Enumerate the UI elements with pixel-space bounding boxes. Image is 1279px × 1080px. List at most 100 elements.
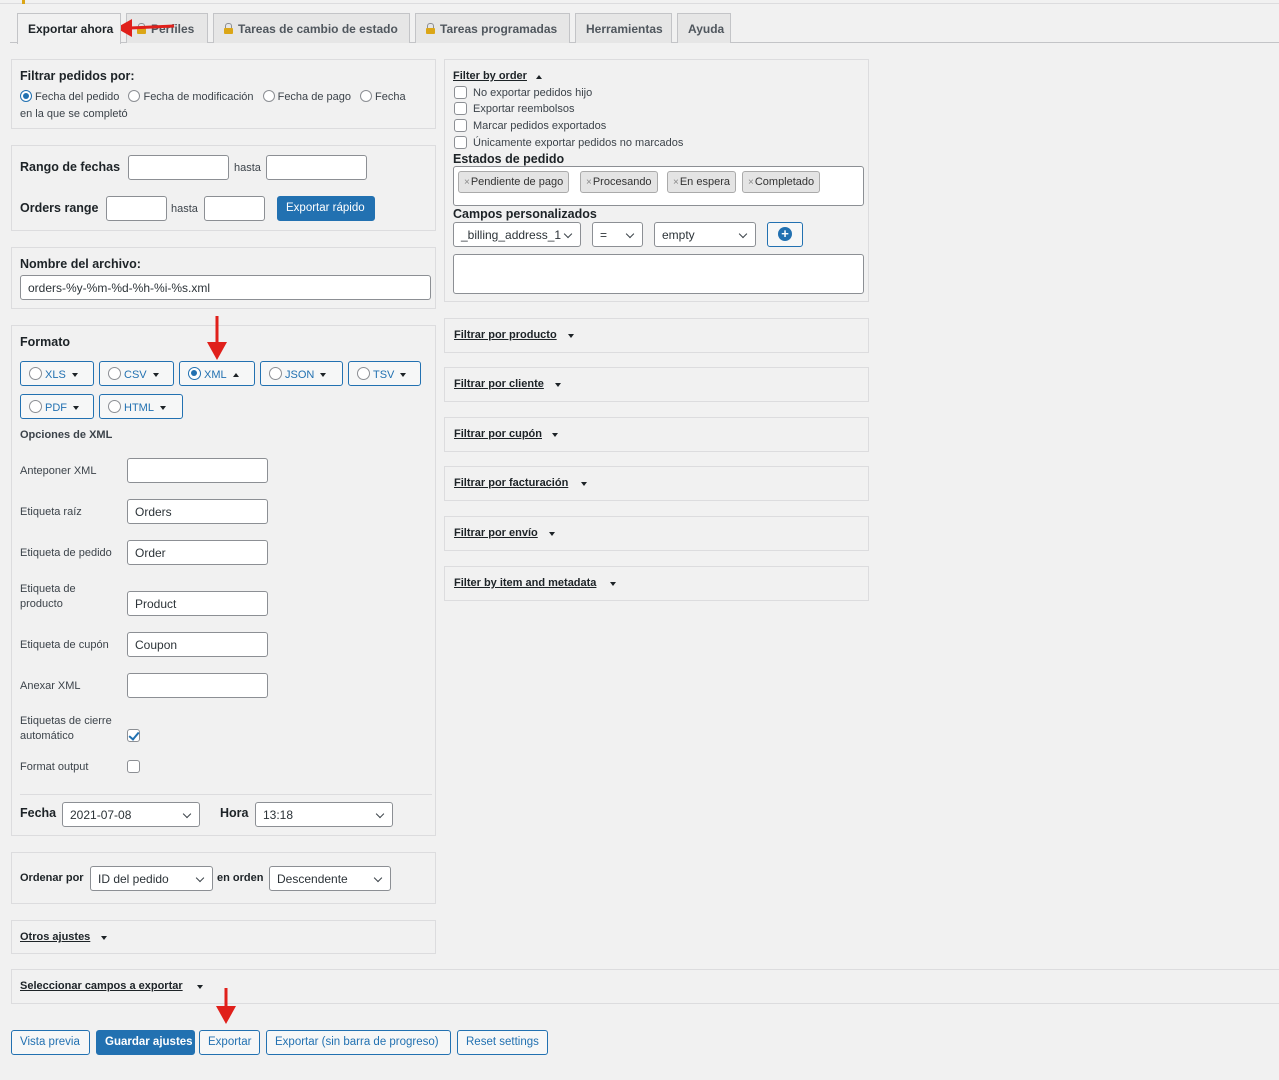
mark-exported-checkbox[interactable]	[454, 119, 467, 132]
coupon-tag-input[interactable]: Coupon	[127, 632, 268, 657]
order-tag-label: Etiqueta de pedido	[20, 547, 112, 559]
no-child-orders-checkbox[interactable]	[454, 86, 467, 99]
status-tag[interactable]: ×Completado	[742, 171, 821, 193]
root-tag-label: Etiqueta raíz	[20, 506, 82, 518]
radio-icon	[128, 90, 141, 102]
caret-down-icon	[555, 383, 561, 387]
radio-label: Fecha	[375, 91, 406, 103]
orders-from-input[interactable]	[106, 196, 167, 221]
save-settings-button[interactable]: Guardar ajustes	[96, 1030, 195, 1055]
caret-down-icon	[159, 406, 166, 410]
custom-fields-list[interactable]	[453, 254, 864, 294]
format-json-button[interactable]: JSON	[260, 361, 343, 386]
sort-order-select[interactable]: Descendente	[269, 866, 391, 891]
radio-label: Fecha de pago	[277, 91, 351, 103]
radio-icon	[108, 367, 121, 380]
operator-select[interactable]: =	[592, 222, 643, 247]
radio-icon	[262, 90, 275, 102]
add-custom-field-button[interactable]: +	[767, 222, 803, 247]
remove-icon[interactable]: ×	[748, 177, 754, 188]
append-xml-label: Anexar XML	[20, 680, 81, 692]
product-tag-input[interactable]: Product	[127, 591, 268, 616]
append-xml-input[interactable]	[127, 673, 268, 698]
status-tag[interactable]: ×En espera	[667, 171, 736, 193]
caret-down-icon	[320, 373, 327, 377]
tab-label: Tareas programadas	[440, 22, 558, 36]
time-select[interactable]: 13:18	[255, 802, 393, 827]
lock-icon	[224, 23, 233, 34]
format-label: CSV	[124, 369, 147, 381]
remove-icon[interactable]: ×	[586, 177, 592, 188]
autoclose-checkbox[interactable]	[127, 729, 140, 742]
caret-down-icon	[101, 936, 107, 940]
arrow-down-annotation-icon	[207, 316, 227, 360]
radio-fecha-pago[interactable]: Fecha de pago	[262, 90, 351, 103]
tab-herramientas[interactable]: Herramientas	[575, 13, 672, 43]
orders-to-input[interactable]	[204, 196, 265, 221]
export-no-progress-button[interactable]: Exportar (sin barra de progreso)	[266, 1030, 451, 1055]
select-fields-toggle[interactable]: Seleccionar campos a exportar	[20, 980, 183, 992]
remove-icon[interactable]: ×	[464, 177, 470, 188]
filter-customer-accordion[interactable]: Filtrar por cliente	[444, 367, 869, 402]
radio-icon	[108, 400, 121, 413]
filter-by-order-toggle[interactable]: Filter by order	[453, 70, 527, 82]
tab-exportar-ahora[interactable]: Exportar ahora	[17, 13, 121, 44]
format-csv-button[interactable]: CSV	[99, 361, 174, 386]
format-tsv-button[interactable]: TSV	[348, 361, 421, 386]
date-to-label: hasta	[234, 162, 261, 174]
export-refunds-checkbox[interactable]	[454, 102, 467, 115]
filter-shipping-accordion[interactable]: Filtrar por envío	[444, 516, 869, 551]
tab-ayuda[interactable]: Ayuda	[677, 13, 731, 43]
radio-icon	[29, 367, 42, 380]
caret-down-icon	[568, 334, 574, 338]
lock-icon	[426, 23, 435, 34]
coupon-tag-label: Etiqueta de cupón	[20, 639, 109, 651]
format-output-checkbox[interactable]	[127, 760, 140, 773]
caret-down-icon	[552, 433, 558, 437]
prepend-xml-input[interactable]	[127, 458, 268, 483]
orders-range-label: Orders range	[20, 201, 99, 215]
top-accent-mark	[22, 0, 25, 4]
filter-item-metadata-accordion[interactable]: Filter by item and metadata	[444, 566, 869, 601]
format-label: JSON	[285, 369, 315, 381]
date-from-input[interactable]	[128, 155, 229, 180]
date-range-label: Rango de fechas	[20, 160, 121, 174]
value-select[interactable]: empty	[654, 222, 756, 247]
root-tag-input[interactable]: Orders	[127, 499, 268, 524]
format-label: TSV	[373, 369, 395, 381]
filter-coupon-accordion[interactable]: Filtrar por cupón	[444, 417, 869, 452]
status-tag-label: En espera	[679, 176, 730, 188]
filter-billing-accordion[interactable]: Filtrar por facturación	[444, 466, 869, 501]
only-unmarked-checkbox[interactable]	[454, 136, 467, 149]
format-xls-button[interactable]: XLS	[20, 361, 94, 386]
caret-down-icon	[152, 373, 159, 377]
sort-by-select[interactable]: ID del pedido	[90, 866, 213, 891]
order-tag-input[interactable]: Order	[127, 540, 268, 565]
radio-fecha-modificacion[interactable]: Fecha de modificación	[128, 90, 254, 103]
format-html-button[interactable]: HTML	[99, 394, 183, 419]
export-button[interactable]: Exportar	[199, 1030, 260, 1055]
format-xml-button[interactable]: XML	[179, 361, 255, 386]
file-name-input[interactable]: orders-%y-%m-%d-%h-%i-%s.xml	[20, 275, 431, 300]
date-select[interactable]: 2021-07-08	[62, 802, 200, 827]
status-tag[interactable]: ×Pendiente de pago	[458, 171, 570, 193]
tab-tareas-programadas[interactable]: Tareas programadas	[415, 13, 570, 43]
filter-by-order-label: Filter by order	[453, 70, 527, 82]
preview-button[interactable]: Vista previa	[11, 1030, 90, 1055]
remove-icon[interactable]: ×	[673, 177, 679, 188]
caret-down-icon	[71, 373, 78, 377]
custom-field-select[interactable]: _billing_address_1	[453, 222, 581, 247]
radio-fecha-completado[interactable]: Fecha	[360, 90, 406, 103]
tab-tareas-cambio-estado[interactable]: Tareas de cambio de estado	[213, 13, 410, 43]
filter-product-accordion[interactable]: Filtrar por producto	[444, 318, 869, 353]
reset-settings-button[interactable]: Reset settings	[457, 1030, 548, 1055]
status-tag[interactable]: ×Procesando	[580, 171, 658, 193]
other-settings-toggle[interactable]: Otros ajustes	[20, 931, 90, 943]
format-pdf-button[interactable]: PDF	[20, 394, 94, 419]
quick-export-button[interactable]: Exportar rápido	[277, 196, 375, 221]
date-to-input[interactable]	[266, 155, 367, 180]
radio-fecha-pedido[interactable]: Fecha del pedido	[20, 90, 119, 103]
product-tag-label-line2: producto	[20, 598, 63, 610]
arrow-left-annotation-icon	[116, 19, 175, 37]
format-label: HTML	[124, 402, 154, 414]
